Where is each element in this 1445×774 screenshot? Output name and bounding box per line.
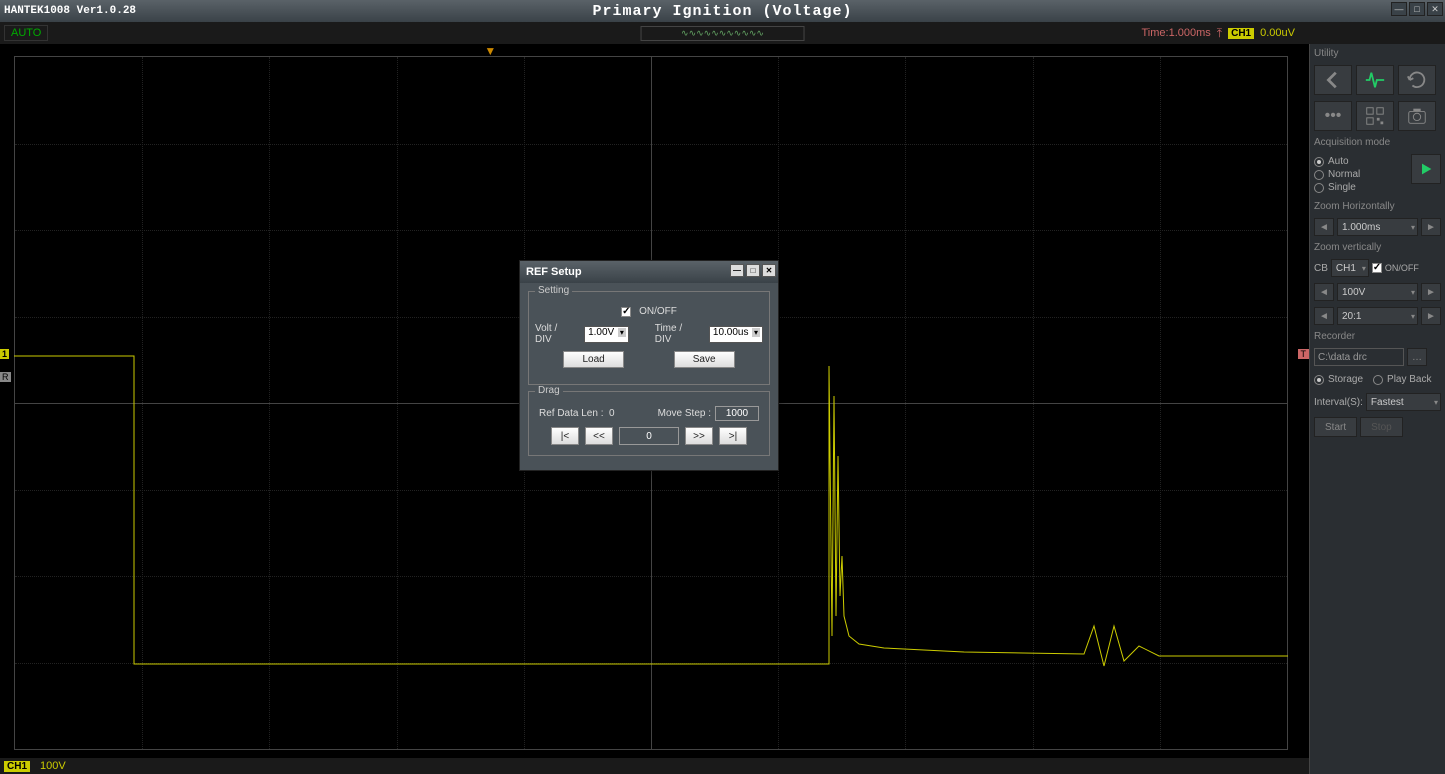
save-button[interactable]: Save [674, 351, 735, 368]
trigger-level-marker[interactable]: T [1298, 349, 1310, 359]
ref-ground-marker[interactable]: R [0, 372, 11, 382]
zoom-h-dec-button[interactable]: ◄ [1314, 218, 1334, 236]
recorder-label: Recorder [1314, 331, 1441, 342]
channel-onoff-check[interactable] [1372, 263, 1382, 273]
dialog-title-text: REF Setup [526, 266, 582, 278]
interval-combo[interactable]: Fastest [1366, 393, 1441, 411]
vdiv-dec-button[interactable]: ◄ [1314, 283, 1334, 301]
vdiv-inc-button[interactable]: ► [1421, 283, 1441, 301]
timebase-preview: ∿∿∿∿∿∿∿∿∿∿∿ [640, 26, 805, 41]
trigger-edge-icon: ⤒ [1217, 26, 1222, 41]
interval-label: Interval(S): [1314, 397, 1363, 408]
vdiv-combo[interactable]: 100V [1337, 283, 1418, 301]
minimize-button[interactable]: — [1391, 2, 1407, 16]
volt-div-combo[interactable]: 1.00V [584, 326, 629, 343]
dialog-titlebar[interactable]: REF Setup — □ ✕ [520, 261, 778, 283]
storage-radio[interactable]: Storage [1314, 374, 1363, 385]
acquisition-label: Acquisition mode [1314, 137, 1441, 148]
ratio-inc-button[interactable]: ► [1421, 307, 1441, 325]
cb-label: CB [1314, 263, 1328, 274]
setting-legend: Setting [535, 285, 572, 296]
probe-ratio-combo[interactable]: 20:1 [1337, 307, 1418, 325]
recorder-path-input[interactable] [1314, 348, 1404, 366]
ref-setup-dialog: REF Setup — □ ✕ Setting ON/OFF Volt / DI… [519, 260, 779, 471]
recorder-stop-button[interactable]: Stop [1360, 417, 1403, 437]
onoff-label: ON/OFF [1385, 263, 1419, 273]
zoom-h-combo[interactable]: 1.000ms [1337, 218, 1418, 236]
ref-len-value: 0 [609, 408, 615, 419]
top-toolbar: AUTO ∿∿∿∿∿∿∿∿∿∿∿ Time:1.000ms ⤒ CH1 0.00… [0, 22, 1445, 44]
nav-last-button[interactable]: >| [719, 427, 747, 445]
time-div-label: Time / DIV [655, 323, 701, 345]
load-button[interactable]: Load [563, 351, 623, 368]
more-icon[interactable]: ••• [1314, 101, 1352, 131]
timebase-readout: Time:1.000ms [1142, 27, 1211, 39]
acq-normal-radio[interactable]: Normal [1314, 169, 1411, 180]
ref-len-label: Ref Data Len : [539, 408, 603, 419]
ratio-dec-button[interactable]: ◄ [1314, 307, 1334, 325]
footer-vdiv: 100V [40, 760, 66, 772]
recorder-start-button[interactable]: Start [1314, 417, 1357, 437]
main-titlebar: HANTEK1008 Ver1.0.28 Primary Ignition (V… [0, 0, 1445, 22]
dialog-minimize-button[interactable]: — [730, 264, 744, 277]
playback-radio[interactable]: Play Back [1373, 374, 1431, 385]
time-div-combo[interactable]: 10.00us [709, 326, 763, 343]
scope-footer: CH1 100V [0, 758, 1309, 774]
qr-icon[interactable] [1356, 101, 1394, 131]
zoom-v-label: Zoom vertically [1314, 242, 1441, 253]
nav-first-button[interactable]: |< [551, 427, 579, 445]
ref-onoff-label: ON/OFF [639, 306, 677, 317]
maximize-button[interactable]: □ [1409, 2, 1425, 16]
zoom-h-inc-button[interactable]: ► [1421, 218, 1441, 236]
app-version: HANTEK1008 Ver1.0.28 [0, 5, 136, 17]
browse-path-button[interactable]: … [1407, 348, 1427, 366]
camera-icon[interactable] [1398, 101, 1436, 131]
undo-icon[interactable] [1398, 65, 1436, 95]
acq-single-radio[interactable]: Single [1314, 182, 1411, 193]
ref-onoff-check[interactable] [621, 307, 631, 317]
right-sidebar: Utility ••• Acquisition mode Auto Normal… [1309, 44, 1445, 774]
acq-auto-radio[interactable]: Auto [1314, 156, 1411, 167]
auto-mode-badge[interactable]: AUTO [4, 25, 48, 41]
dialog-close-button[interactable]: ✕ [762, 264, 776, 277]
trigger-position-marker[interactable]: ▼ [484, 44, 496, 58]
channel-select-combo[interactable]: CH1 [1331, 259, 1369, 277]
run-button[interactable] [1411, 154, 1441, 184]
dialog-maximize-button[interactable]: □ [746, 264, 760, 277]
nav-prev-button[interactable]: << [585, 427, 613, 445]
position-input[interactable] [619, 427, 679, 445]
move-step-label: Move Step : [658, 408, 711, 419]
nav-next-button[interactable]: >> [685, 427, 713, 445]
back-icon[interactable] [1314, 65, 1352, 95]
channel-badge: CH1 [1228, 28, 1254, 39]
setting-fieldset: Setting ON/OFF Volt / DIV 1.00V Time / D… [528, 291, 770, 385]
zoom-h-label: Zoom Horizontally [1314, 201, 1441, 212]
voltage-readout: 0.00uV [1260, 27, 1295, 39]
footer-channel-badge: CH1 [4, 761, 30, 772]
move-step-input[interactable] [715, 406, 759, 421]
pulse-icon[interactable] [1356, 65, 1394, 95]
drag-fieldset: Drag Ref Data Len : 0 Move Step : |< << … [528, 391, 770, 456]
volt-div-label: Volt / DIV [535, 323, 576, 345]
drag-legend: Drag [535, 385, 563, 396]
close-button[interactable]: ✕ [1427, 2, 1443, 16]
ch1-ground-marker[interactable]: 1 [0, 349, 9, 359]
window-title: Primary Ignition (Voltage) [0, 3, 1445, 20]
utility-label: Utility [1314, 48, 1441, 59]
